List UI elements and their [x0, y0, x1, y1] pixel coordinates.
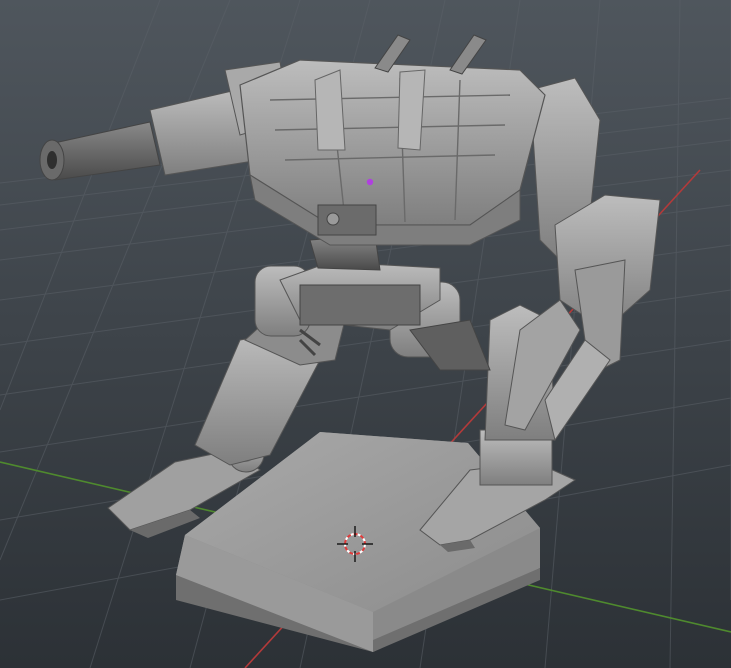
torso	[239, 59, 546, 246]
cockpit	[317, 204, 377, 236]
selected-vertex[interactable]	[366, 178, 374, 186]
3d-viewport[interactable]	[0, 0, 731, 668]
viewport-canvas[interactable]	[0, 0, 731, 668]
